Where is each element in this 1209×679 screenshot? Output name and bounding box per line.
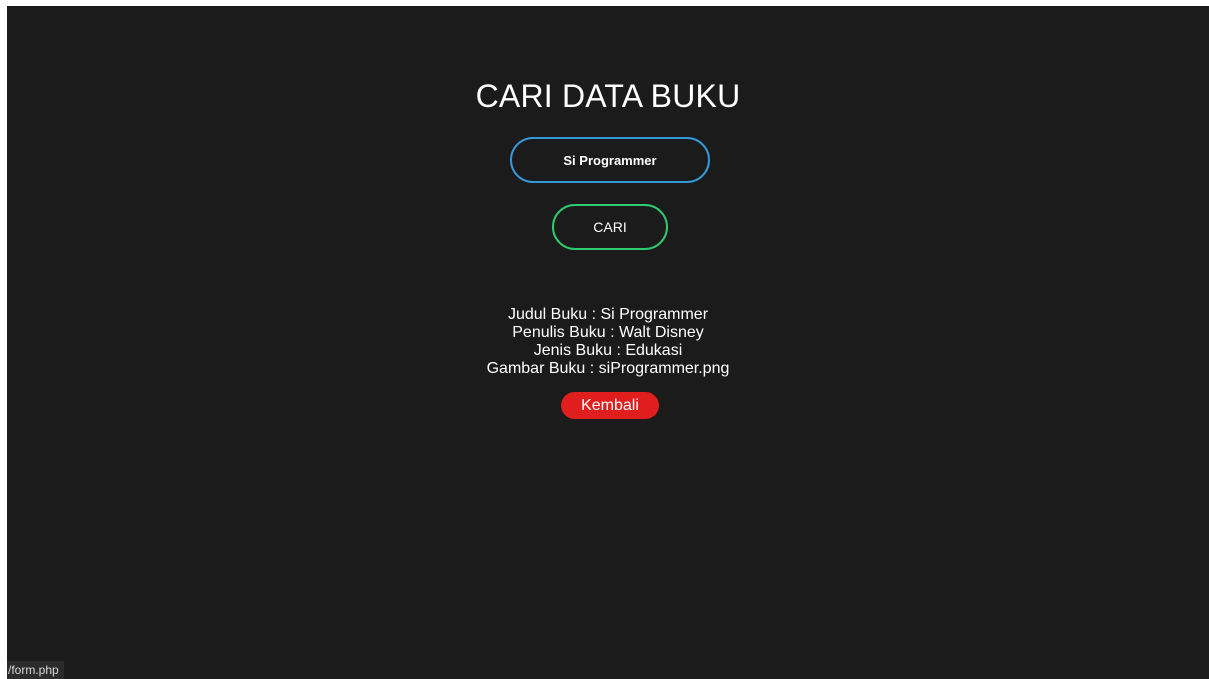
search-button[interactable]: CARI [552, 204, 668, 250]
book-title-line: Judul Buku : Si Programmer [507, 306, 709, 323]
book-genre-line: Jenis Buku : Edukasi [533, 342, 683, 359]
book-result: Judul Buku : Si Programmer Penulis Buku … [7, 306, 1209, 378]
search-input[interactable] [510, 137, 710, 183]
back-button[interactable]: Kembali [561, 392, 659, 419]
book-image-line: Gambar Buku : siProgrammer.png [486, 360, 730, 377]
book-author-line: Penulis Buku : Walt Disney [512, 324, 704, 341]
page-title: CARI DATA BUKU [475, 78, 741, 114]
page-container: CARI DATA BUKU CARI Judul Buku : Si Prog… [7, 6, 1209, 679]
status-bar-url: /form.php [7, 661, 64, 679]
